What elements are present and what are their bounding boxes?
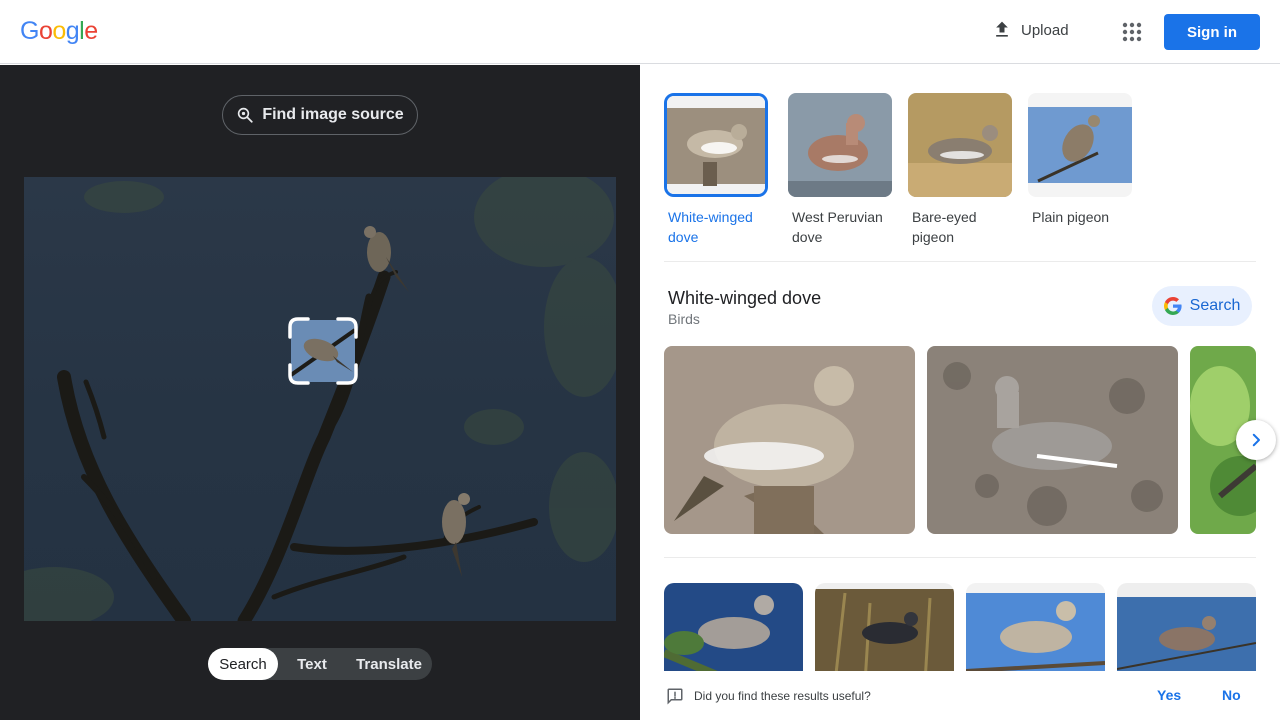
match-chip-white-winged-dove[interactable]: White-winged dove bbox=[664, 93, 768, 247]
sign-in-button[interactable]: Sign in bbox=[1164, 14, 1260, 50]
match-chip-west-peruvian-dove[interactable]: West Peruvian dove bbox=[788, 93, 892, 247]
logo-letter: g bbox=[65, 17, 80, 45]
mode-translate-button[interactable]: Translate bbox=[346, 648, 432, 680]
upload-icon bbox=[996, 21, 1008, 37]
google-logo[interactable]: G o o g l e bbox=[20, 17, 98, 46]
match-chip-plain-pigeon[interactable]: Plain pigeon bbox=[1028, 93, 1132, 227]
crop-selection-box[interactable] bbox=[288, 317, 358, 385]
match-label: West Peruvian dove bbox=[792, 209, 883, 245]
logo-letter: e bbox=[84, 17, 98, 45]
feedback-question: Did you find these results useful? bbox=[694, 689, 871, 703]
logo-letter: o bbox=[52, 17, 66, 45]
results-pane: White-winged dove West Peruvian dove Bar… bbox=[640, 65, 1280, 720]
feedback-yes-button[interactable]: Yes bbox=[1157, 687, 1181, 703]
divider bbox=[664, 261, 1256, 262]
lens-image-pane: Find image source Search Text Translate bbox=[0, 65, 640, 720]
result-image[interactable] bbox=[1117, 583, 1256, 683]
find-image-source-label: Find image source bbox=[262, 106, 404, 123]
find-image-source-button[interactable]: Find image source bbox=[222, 95, 418, 135]
match-label: Plain pigeon bbox=[1032, 209, 1110, 225]
google-search-button[interactable]: Search bbox=[1152, 286, 1252, 326]
result-image[interactable] bbox=[966, 583, 1105, 683]
mode-search-button[interactable]: Search bbox=[208, 648, 278, 680]
lens-search-icon bbox=[238, 107, 253, 123]
match-thumbnail bbox=[1028, 93, 1132, 197]
carousel-next-button[interactable] bbox=[1236, 420, 1276, 460]
result-image[interactable] bbox=[815, 583, 954, 683]
match-thumbnail bbox=[664, 93, 768, 197]
mode-selector: Search Text Translate bbox=[208, 648, 432, 680]
upload-label: Upload bbox=[1021, 21, 1069, 39]
logo-letter: G bbox=[20, 17, 39, 45]
feedback-icon bbox=[667, 688, 683, 705]
feedback-no-button[interactable]: No bbox=[1222, 687, 1241, 703]
carousel-image[interactable] bbox=[927, 346, 1178, 534]
query-image[interactable] bbox=[24, 177, 616, 621]
mode-text-button[interactable]: Text bbox=[278, 648, 346, 680]
entity-title: White-winged dove bbox=[668, 288, 822, 308]
match-thumbnail bbox=[788, 93, 892, 197]
google-g-icon bbox=[1163, 297, 1182, 315]
google-search-label: Search bbox=[1189, 297, 1241, 314]
result-image[interactable] bbox=[664, 583, 803, 683]
match-label: White-winged dove bbox=[668, 209, 753, 245]
top-bar: G o o g l e Upload Sign in bbox=[0, 0, 1280, 64]
entity-subtitle: Birds bbox=[668, 311, 700, 327]
feedback-bar: Did you find these results useful? Yes N… bbox=[640, 671, 1280, 720]
logo-letter: o bbox=[38, 17, 53, 45]
apps-grid-icon[interactable] bbox=[1121, 21, 1143, 43]
match-label: Bare-eyed pigeon bbox=[912, 209, 977, 245]
divider bbox=[664, 557, 1256, 558]
upload-button[interactable]: Upload bbox=[992, 20, 1069, 40]
match-thumbnail bbox=[908, 93, 1012, 197]
chevron-right-icon bbox=[1252, 433, 1260, 447]
carousel-image[interactable] bbox=[664, 346, 915, 534]
match-chip-bare-eyed-pigeon[interactable]: Bare-eyed pigeon bbox=[908, 93, 1012, 247]
